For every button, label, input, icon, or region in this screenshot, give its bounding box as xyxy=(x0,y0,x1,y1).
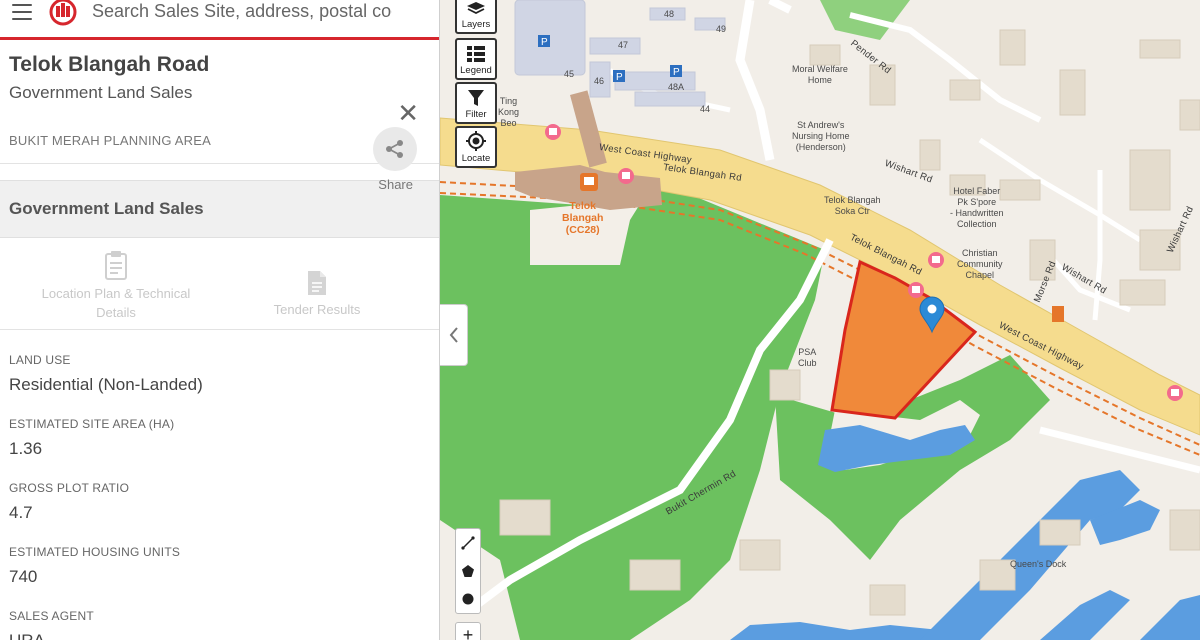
field-label: ESTIMATED HOUSING UNITS xyxy=(9,545,181,559)
chevron-left-icon xyxy=(449,327,458,343)
block-number: 46 xyxy=(594,76,605,86)
map-base: P P P xyxy=(440,0,1200,640)
planning-area: BUKIT MERAH PLANNING AREA xyxy=(9,133,211,148)
block-number: 45 xyxy=(564,69,575,79)
map-label-hotel-faber: Hotel Faber Pk S'pore - Handwritten Coll… xyxy=(950,186,1004,229)
block-number: 48A xyxy=(668,82,685,92)
field-value: URA xyxy=(9,631,439,640)
legend-icon xyxy=(467,46,485,62)
landmark-icon xyxy=(1052,306,1064,322)
ura-logo-icon xyxy=(49,0,77,25)
field-label: SALES AGENT xyxy=(9,609,94,623)
filter-icon xyxy=(468,90,484,106)
field-label: ESTIMATED SITE AREA (HA) xyxy=(9,417,175,431)
site-header: Telok Blangah Road Government Land Sales… xyxy=(0,40,439,192)
layers-button[interactable]: Layers xyxy=(455,0,497,34)
polygon-tool-icon xyxy=(462,565,474,577)
clipboard-icon xyxy=(105,251,127,280)
field-land-use: LAND USE Residential (Non-Landed) xyxy=(0,353,439,395)
draw-line-button[interactable] xyxy=(456,530,480,556)
filter-label: Filter xyxy=(465,109,487,120)
road xyxy=(735,0,775,161)
field-value: 740 xyxy=(9,567,38,586)
collapse-panel-button[interactable] xyxy=(440,304,468,366)
search-bar xyxy=(0,0,439,40)
share-label: Share xyxy=(378,177,413,192)
draw-circle-button[interactable] xyxy=(456,586,480,612)
locate-icon xyxy=(466,131,486,151)
svg-text:P: P xyxy=(673,67,680,78)
field-value: 4.7 xyxy=(9,503,33,522)
field-value: 1.36 xyxy=(9,439,43,458)
share-icon xyxy=(386,140,403,158)
line-tool-icon xyxy=(461,536,475,550)
draw-polygon-button[interactable] xyxy=(456,558,480,584)
menu-icon[interactable] xyxy=(12,3,32,20)
map-canvas[interactable]: P P P Ting Kong Beo Moral Welfare Home S… xyxy=(440,0,1200,640)
field-sales-agent: SALES AGENT URA xyxy=(0,609,439,640)
field-label: GROSS PLOT RATIO xyxy=(9,481,130,495)
share-button[interactable] xyxy=(373,127,417,171)
circle-tool-icon xyxy=(462,593,474,605)
field-label: LAND USE xyxy=(9,353,71,367)
map-label-soka: Telok Blangah Soka Ctr xyxy=(824,195,881,216)
locate-label: Locate xyxy=(461,153,491,164)
block-number: 47 xyxy=(618,40,629,50)
section-title: Government Land Sales xyxy=(9,199,204,218)
info-panel: Telok Blangah Road Government Land Sales… xyxy=(0,0,440,640)
block-number: 44 xyxy=(700,104,711,114)
mrt-station-icon xyxy=(580,173,598,191)
building-blocks xyxy=(514,0,726,107)
site-title: Telok Blangah Road xyxy=(9,53,210,76)
svg-text:P: P xyxy=(616,72,623,83)
field-housing-units: ESTIMATED HOUSING UNITS 740 xyxy=(0,545,439,587)
legend-button[interactable]: Legend xyxy=(455,38,497,80)
block-number: 48 xyxy=(664,9,675,19)
map-label-station: Telok Blangah (CC28) xyxy=(562,200,604,236)
svg-text:P: P xyxy=(541,37,548,48)
layers-icon xyxy=(467,2,485,15)
map-label-st-andrews: St Andrew's Nursing Home (Henderson) xyxy=(792,120,850,152)
map-label-psa-club: PSA Club xyxy=(798,347,817,368)
legend-label: Legend xyxy=(460,65,492,76)
close-button[interactable]: ✕ xyxy=(397,100,419,126)
document-icon xyxy=(308,271,326,295)
documents-row: Location Plan & Technical Details Tender… xyxy=(0,238,439,330)
block-number: 49 xyxy=(716,24,727,34)
water-area xyxy=(1140,595,1200,640)
locate-button[interactable]: Locate xyxy=(455,126,497,168)
field-site-area: ESTIMATED SITE AREA (HA) 1.36 xyxy=(0,417,439,459)
map-label-moral-welfare: Moral Welfare Home xyxy=(792,64,848,85)
zoom-in-button[interactable]: + xyxy=(455,622,481,640)
water-area xyxy=(1040,590,1130,640)
layers-label: Layers xyxy=(461,19,491,30)
location-plan-link[interactable]: Location Plan & Technical Details xyxy=(30,250,202,322)
tender-results-link[interactable]: Tender Results xyxy=(262,270,372,319)
site-subtitle: Government Land Sales xyxy=(9,83,193,102)
field-plot-ratio: GROSS PLOT RATIO 4.7 xyxy=(0,481,439,523)
map-label-queens-dock: Queen's Dock xyxy=(1010,559,1067,569)
location-plan-label: Location Plan & Technical Details xyxy=(41,286,191,320)
field-value: Residential (Non-Landed) xyxy=(9,375,203,394)
filter-button[interactable]: Filter xyxy=(455,82,497,124)
section-header: Government Land Sales xyxy=(0,180,439,238)
map-label-ting-kong-beo: Ting Kong Beo xyxy=(498,96,520,128)
tender-results-label: Tender Results xyxy=(273,302,361,317)
draw-toolbar xyxy=(455,528,481,614)
search-input[interactable] xyxy=(92,1,392,22)
map-label-christian-chapel: Christian Community Chapel xyxy=(957,248,1003,280)
